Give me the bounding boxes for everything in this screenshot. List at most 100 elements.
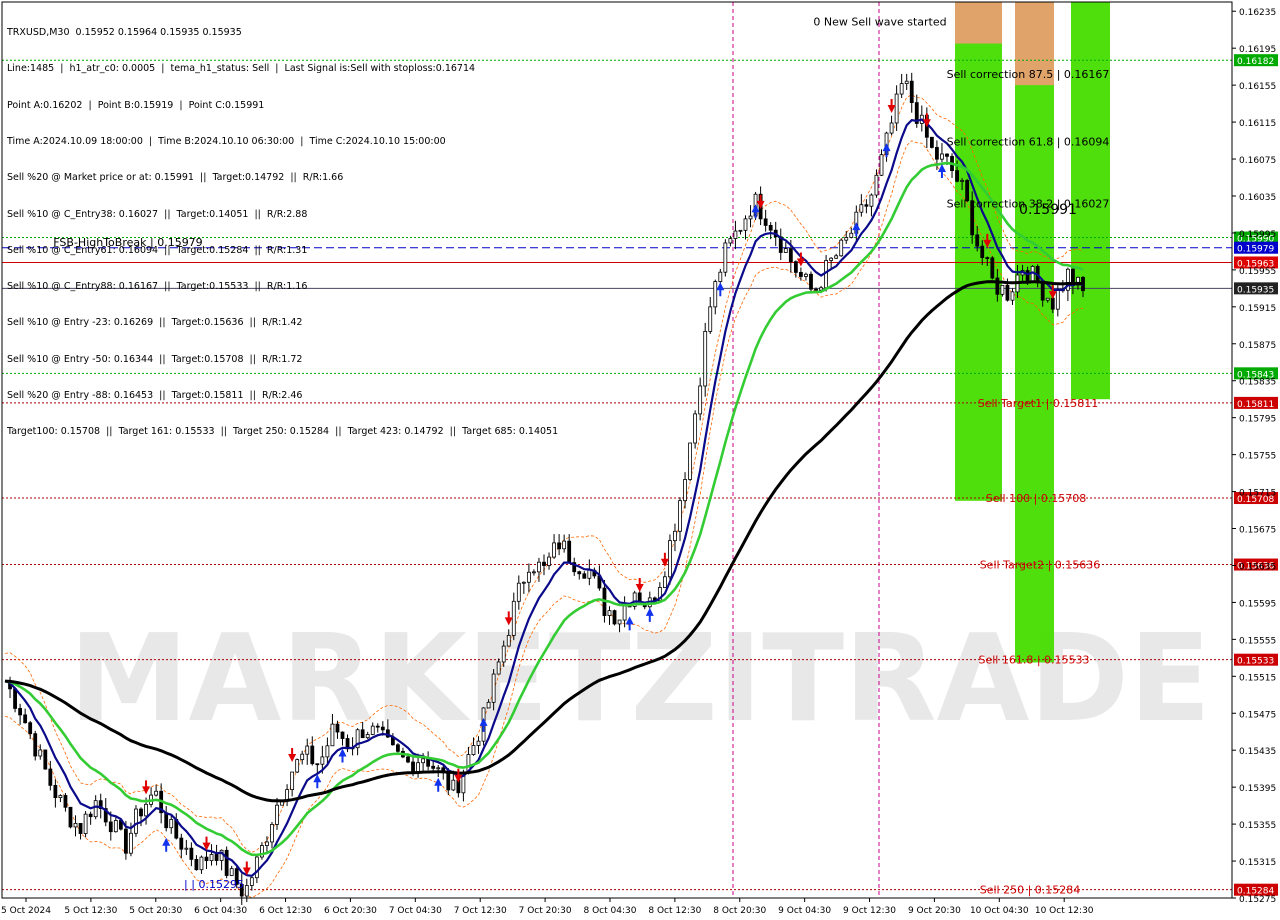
info-line: Time A:2024.10.09 18:00:00 | Time B:2024… <box>7 136 446 148</box>
candle-body <box>300 753 305 761</box>
x-tick-label: 10 Oct 04:30 <box>970 906 1029 916</box>
candle-body <box>899 83 904 95</box>
candle-body <box>582 573 587 579</box>
info-line: Sell %10 @ C_Entry88: 0.16167 || Target:… <box>7 281 308 293</box>
annotation-label: 0 New Sell wave started <box>813 15 946 28</box>
candle-body <box>154 790 159 796</box>
candle-body <box>476 740 481 746</box>
candle-body <box>164 812 169 829</box>
info-line: Sell %10 @ Entry -23: 0.16269 || Target:… <box>7 317 303 329</box>
level-tag-label: 0.16182 <box>1237 57 1274 67</box>
x-tick-label: 10 Oct 12:30 <box>1035 906 1094 916</box>
x-tick-label: 7 Oct 12:30 <box>454 906 507 916</box>
annotation-label: Sell Target2 | 0.15636 <box>980 559 1101 572</box>
annotation-label: Sell 161.8 | 0.15533 <box>978 654 1089 667</box>
candle-body <box>265 841 269 846</box>
candle-body <box>622 605 627 621</box>
candle-body <box>249 877 254 886</box>
candle-body <box>960 180 965 182</box>
candle-body <box>909 80 914 104</box>
candle-body <box>945 153 949 157</box>
annotation-label: | | 0.15295 <box>184 878 244 891</box>
candle-body <box>28 722 33 735</box>
candle-body <box>209 854 214 862</box>
candle-body <box>788 248 793 263</box>
y-tick-label: 0.15395 <box>1239 784 1276 794</box>
candle-body <box>1005 284 1010 301</box>
candle-body <box>849 232 854 238</box>
candle-body <box>244 885 249 897</box>
candle-body <box>607 610 612 616</box>
candle-body <box>88 813 93 818</box>
candle-body <box>526 571 531 583</box>
candle-body <box>325 745 330 758</box>
x-tick-label: 8 Oct 12:30 <box>648 906 701 916</box>
level-tag-label: 0.15533 <box>1237 657 1274 667</box>
zone-rect <box>955 2 1002 44</box>
candle-body <box>436 767 441 770</box>
candle-body <box>683 479 687 502</box>
candle-body <box>879 154 884 176</box>
info-line: Sell %10 @ C_Entry38: 0.16027 || Target:… <box>7 208 308 220</box>
candle-body <box>320 756 325 765</box>
candle-body <box>1025 270 1030 283</box>
candle-body <box>421 758 426 764</box>
candle-body <box>68 806 73 828</box>
y-tick-label: 0.15635 <box>1239 562 1276 572</box>
symbol-line: TRXUSD,M30 0.15952 0.15964 0.15935 0.159… <box>7 27 242 39</box>
y-tick-label: 0.15435 <box>1239 747 1276 757</box>
candle-body <box>713 281 718 308</box>
candle-body <box>703 331 708 387</box>
candle-body <box>330 723 335 747</box>
candle-body <box>743 218 748 231</box>
candle-body <box>375 725 380 728</box>
candle-body <box>708 306 713 332</box>
candle-body <box>73 823 78 828</box>
y-tick-label: 0.15315 <box>1239 858 1276 868</box>
candle-body <box>955 170 959 182</box>
y-tick-label: 0.15995 <box>1239 230 1276 240</box>
candle-body <box>839 239 844 257</box>
y-tick-label: 0.15955 <box>1239 267 1276 277</box>
y-tick-label: 0.16155 <box>1239 82 1276 92</box>
y-tick-label: 0.15795 <box>1239 415 1276 425</box>
y-tick-label: 0.15715 <box>1239 489 1276 499</box>
annotation-label: Sell correction 61.8 | 0.16094 <box>947 135 1110 148</box>
candle-body <box>542 561 546 566</box>
y-tick-label: 0.15555 <box>1239 636 1276 646</box>
y-tick-label: 0.15675 <box>1239 526 1276 536</box>
candle-body <box>451 779 456 791</box>
candle-body <box>123 828 128 854</box>
x-tick-label: 7 Oct 04:30 <box>389 906 442 916</box>
info-line: Sell %20 @ Entry -88: 0.16453 || Target:… <box>7 390 303 401</box>
candle-body <box>864 204 869 207</box>
info-panel: TRXUSD,M30 0.15952 0.15964 0.15935 0.159… <box>7 3 558 450</box>
y-tick-label: 0.15515 <box>1239 673 1276 683</box>
candle-body <box>809 273 813 290</box>
info-line: Sell %10 @ Entry -50: 0.16344 || Target:… <box>7 353 303 365</box>
candle-body <box>723 242 728 273</box>
candle-body <box>431 765 436 769</box>
candle-body <box>134 808 138 834</box>
candle-body <box>275 804 279 825</box>
candle-body <box>315 763 320 766</box>
candle-body <box>53 784 58 799</box>
candle-body <box>1055 289 1060 310</box>
candle-body <box>486 701 491 709</box>
candle-body <box>83 813 88 834</box>
candle-body <box>532 571 536 574</box>
candle-body <box>506 634 511 647</box>
candle-body <box>270 823 274 843</box>
candle-body <box>733 230 738 239</box>
candle-body <box>129 832 133 854</box>
candle-body <box>935 147 939 160</box>
candle-body <box>587 569 592 579</box>
candle-body <box>58 795 63 799</box>
candle-body <box>491 673 496 703</box>
annotation-label: Sell correction 87.5 | 0.16167 <box>947 68 1110 81</box>
candle-body <box>718 271 723 282</box>
candle-body <box>521 581 526 584</box>
x-tick-label: 8 Oct 20:30 <box>713 906 766 916</box>
candle-body <box>446 772 451 791</box>
candle-body <box>113 820 118 833</box>
